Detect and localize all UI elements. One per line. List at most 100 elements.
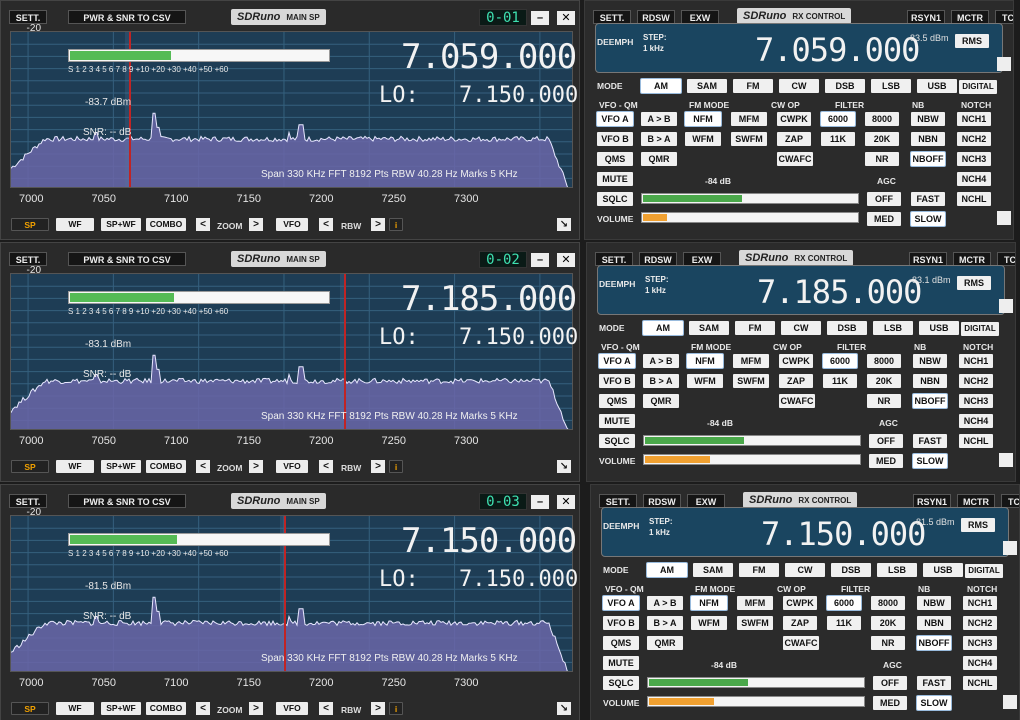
nboff-button[interactable]: NBOFF: [917, 636, 951, 650]
qms-button[interactable]: QMS: [599, 394, 635, 408]
zoom-in-button[interactable]: >: [249, 218, 263, 231]
sp-view-button[interactable]: SP: [11, 218, 49, 231]
cwafc-button[interactable]: CWAFC: [783, 636, 819, 650]
nboff-button[interactable]: NBOFF: [913, 394, 947, 408]
filter-8000-button[interactable]: 8000: [867, 354, 901, 368]
zoom-out-button[interactable]: <: [196, 218, 210, 231]
resize-icon[interactable]: ↘: [557, 460, 571, 473]
agc-slow-button[interactable]: SLOW: [917, 696, 951, 710]
wf-view-button[interactable]: WF: [56, 460, 94, 473]
sp-wf-view-button[interactable]: SP+WF: [101, 218, 141, 231]
filter-11k-button[interactable]: 11K: [821, 132, 855, 146]
nchl-button[interactable]: NCHL: [959, 434, 993, 448]
rbw-down-button[interactable]: <: [319, 218, 333, 231]
vfo-frequency-display[interactable]: 7.185.000: [401, 279, 577, 319]
mfm-button[interactable]: MFM: [737, 596, 773, 610]
mfm-button[interactable]: MFM: [733, 354, 769, 368]
mode-button-cw[interactable]: CW: [781, 321, 821, 335]
pwr-snr-csv-button[interactable]: PWR & SNR TO CSV: [68, 10, 186, 24]
side-scroll-icon[interactable]: [999, 453, 1013, 467]
qmr-button[interactable]: QMR: [643, 394, 679, 408]
side-scroll-icon[interactable]: [999, 299, 1013, 313]
sett-button[interactable]: SETT.: [9, 252, 47, 266]
sp-view-button[interactable]: SP: [11, 702, 49, 715]
nch4-button[interactable]: NCH4: [963, 656, 997, 670]
nch3-button[interactable]: NCH3: [957, 152, 991, 166]
rx-sett-button[interactable]: SETT.: [593, 10, 631, 24]
nch1-button[interactable]: NCH1: [963, 596, 997, 610]
sqlc-button[interactable]: SQLC: [599, 434, 635, 448]
zoom-out-button[interactable]: <: [196, 460, 210, 473]
zap-button[interactable]: ZAP: [777, 132, 811, 146]
agc-slow-button[interactable]: SLOW: [913, 454, 947, 468]
mode-button-sam[interactable]: SAM: [687, 79, 727, 93]
vfo-frequency-display[interactable]: 7.059.000: [401, 37, 577, 77]
close-button[interactable]: ✕: [557, 253, 575, 267]
mctr-button[interactable]: MCTR: [953, 252, 991, 266]
cwafc-button[interactable]: CWAFC: [779, 394, 815, 408]
nboff-button[interactable]: NBOFF: [911, 152, 945, 166]
vfo-a-button[interactable]: VFO A: [597, 112, 633, 126]
rms-button[interactable]: RMS: [961, 518, 995, 532]
filter-20k-button[interactable]: 20K: [867, 374, 901, 388]
filter-6000-button[interactable]: 6000: [827, 596, 861, 610]
rbw-down-button[interactable]: <: [319, 460, 333, 473]
nfm-button[interactable]: NFM: [691, 596, 727, 610]
vfo-b-button[interactable]: VFO B: [599, 374, 635, 388]
combo-view-button[interactable]: COMBO: [146, 702, 186, 715]
rx-frequency-display[interactable]: 7.059.000: [755, 31, 920, 69]
sett-button[interactable]: SETT.: [9, 10, 47, 24]
volume-slider[interactable]: [641, 212, 859, 223]
rx-sett-button[interactable]: SETT.: [595, 252, 633, 266]
rbw-up-button[interactable]: >: [371, 702, 385, 715]
sett-button[interactable]: SETT.: [9, 494, 47, 508]
nbw-button[interactable]: NBW: [913, 354, 947, 368]
swfm-button[interactable]: SWFM: [733, 374, 769, 388]
nfm-button[interactable]: NFM: [687, 354, 723, 368]
vfo-center-button[interactable]: VFO: [276, 460, 308, 473]
resize-icon[interactable]: ↘: [557, 702, 571, 715]
nr-button[interactable]: NR: [871, 636, 905, 650]
lo-frequency-display[interactable]: 7.150.000: [459, 83, 578, 108]
minimize-button[interactable]: –: [531, 253, 549, 267]
nr-button[interactable]: NR: [865, 152, 899, 166]
wf-view-button[interactable]: WF: [56, 702, 94, 715]
mode-button-cw[interactable]: CW: [779, 79, 819, 93]
b-to-a-button[interactable]: B > A: [647, 616, 683, 630]
close-button[interactable]: ✕: [557, 11, 575, 25]
agc-off-button[interactable]: OFF: [869, 434, 903, 448]
sp-view-button[interactable]: SP: [11, 460, 49, 473]
digital-button[interactable]: DIGITAL: [959, 80, 997, 94]
lo-frequency-display[interactable]: 7.150.000: [459, 325, 578, 350]
nch1-button[interactable]: NCH1: [957, 112, 991, 126]
tuning-cursor[interactable]: [343, 274, 346, 429]
rbw-up-button[interactable]: >: [371, 218, 385, 231]
nbw-button[interactable]: NBW: [911, 112, 945, 126]
side-scroll-icon[interactable]: [1003, 695, 1017, 709]
mfm-button[interactable]: MFM: [731, 112, 767, 126]
mode-button-dsb[interactable]: DSB: [827, 321, 867, 335]
mode-button-am[interactable]: AM: [643, 321, 683, 335]
mode-button-usb[interactable]: USB: [923, 563, 963, 577]
lo-frequency-display[interactable]: 7.150.000: [459, 567, 578, 592]
rbw-up-button[interactable]: >: [371, 460, 385, 473]
mode-button-sam[interactable]: SAM: [693, 563, 733, 577]
agc-off-button[interactable]: OFF: [867, 192, 901, 206]
vfo-b-button[interactable]: VFO B: [603, 616, 639, 630]
rdsw-button[interactable]: RDSW: [639, 252, 677, 266]
mctr-button[interactable]: MCTR: [957, 494, 995, 508]
agc-med-button[interactable]: MED: [867, 212, 901, 226]
agc-off-button[interactable]: OFF: [873, 676, 907, 690]
mute-button[interactable]: MUTE: [603, 656, 639, 670]
nch2-button[interactable]: NCH2: [959, 374, 993, 388]
sp-wf-view-button[interactable]: SP+WF: [101, 702, 141, 715]
info-button[interactable]: i: [389, 460, 403, 473]
a-to-b-button[interactable]: A > B: [647, 596, 683, 610]
nbn-button[interactable]: NBN: [913, 374, 947, 388]
nbn-button[interactable]: NBN: [917, 616, 951, 630]
filter-20k-button[interactable]: 20K: [865, 132, 899, 146]
side-scroll-icon[interactable]: [997, 211, 1011, 225]
combo-view-button[interactable]: COMBO: [146, 218, 186, 231]
vfo-b-button[interactable]: VFO B: [597, 132, 633, 146]
mute-button[interactable]: MUTE: [597, 172, 633, 186]
